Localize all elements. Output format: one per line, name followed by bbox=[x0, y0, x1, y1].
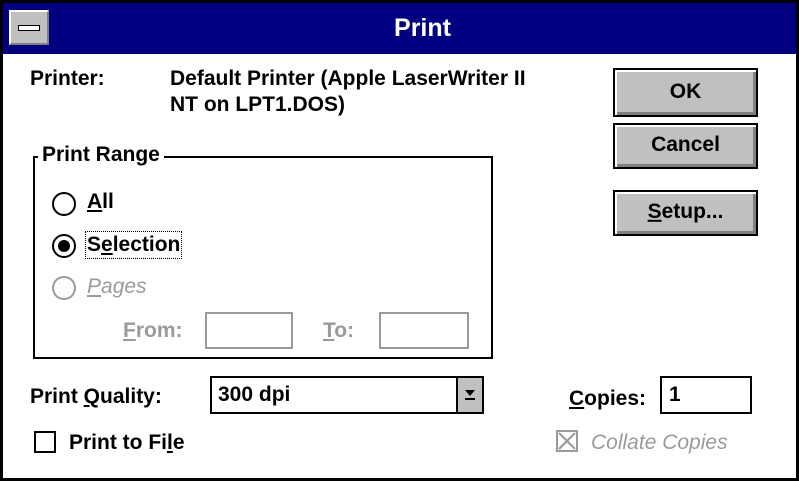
printer-name-line2: NT on LPT1.DOS) bbox=[170, 93, 345, 116]
printer-name-line1: Default Printer (Apple LaserWriter II bbox=[170, 67, 526, 90]
radio-all-label[interactable]: All bbox=[87, 190, 114, 214]
radio-selection-label[interactable]: Selection bbox=[84, 231, 183, 259]
from-label: From: bbox=[123, 319, 183, 342]
setup-button[interactable]: Setup... bbox=[613, 190, 758, 236]
copies-value: 1 bbox=[669, 383, 681, 406]
to-label: To: bbox=[323, 319, 355, 342]
radio-all[interactable] bbox=[52, 192, 76, 216]
cancel-button[interactable]: Cancel bbox=[613, 123, 758, 169]
chevron-down-icon bbox=[465, 390, 475, 400]
ok-button[interactable]: OK bbox=[613, 68, 758, 117]
radio-pages-label[interactable]: Pages bbox=[87, 275, 147, 299]
print-quality-dropdown[interactable]: 300 dpi bbox=[210, 376, 484, 414]
copies-label: Copies: bbox=[569, 387, 647, 410]
from-field[interactable] bbox=[205, 312, 293, 349]
title-bar[interactable]: Print bbox=[3, 3, 796, 54]
print-to-file-label[interactable]: Print to File bbox=[69, 431, 185, 455]
print-dialog: Print Printer: Default Printer (Apple La… bbox=[0, 0, 799, 481]
printer-label: Printer: bbox=[30, 67, 105, 90]
print-quality-label: Print Quality: bbox=[30, 385, 162, 408]
collate-copies-label[interactable]: Collate Copies bbox=[591, 431, 728, 455]
ok-button-label: OK bbox=[669, 79, 702, 103]
check-x-icon bbox=[558, 432, 576, 450]
radio-selection-dot bbox=[58, 240, 70, 252]
print-range-title: Print Range bbox=[38, 143, 164, 167]
print-quality-value: 300 dpi bbox=[218, 383, 291, 406]
setup-button-label: Setup... bbox=[647, 199, 724, 223]
system-menu-icon bbox=[18, 25, 40, 31]
system-menu-button[interactable] bbox=[9, 10, 49, 45]
print-to-file-checkbox[interactable] bbox=[34, 431, 56, 453]
dropdown-button[interactable] bbox=[456, 378, 482, 412]
to-field[interactable] bbox=[379, 312, 469, 349]
collate-copies-checkbox[interactable] bbox=[556, 430, 578, 452]
copies-field[interactable]: 1 bbox=[660, 376, 752, 414]
radio-selection[interactable] bbox=[52, 234, 76, 258]
cancel-button-label: Cancel bbox=[651, 132, 720, 156]
radio-pages[interactable] bbox=[52, 276, 76, 300]
dialog-title: Print bbox=[394, 14, 451, 42]
